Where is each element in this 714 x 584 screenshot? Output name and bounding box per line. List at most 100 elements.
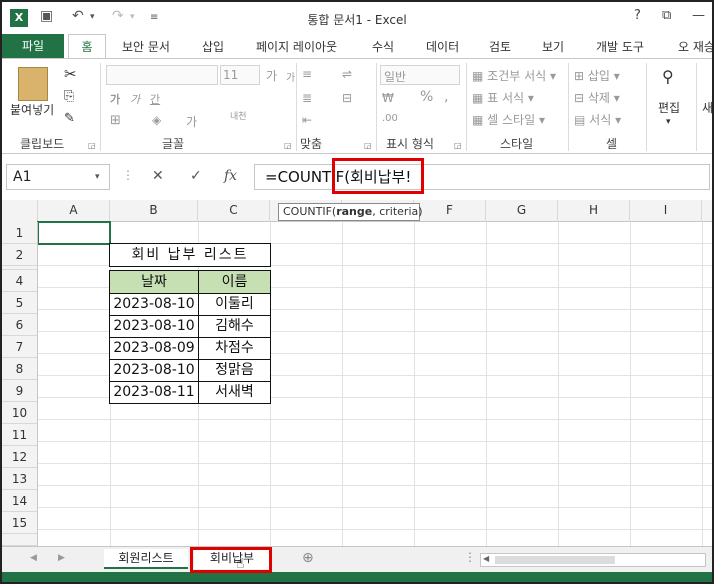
tab-page-layout[interactable]: 페이지 레이아웃 <box>256 38 337 55</box>
tab-developer[interactable]: 개발 도구 <box>596 38 644 55</box>
decimal-icon[interactable]: .00 <box>382 113 398 124</box>
tab-data[interactable]: 데이터 <box>426 38 459 55</box>
row-header[interactable]: 2 <box>2 244 38 266</box>
formula-options-icon[interactable]: ⋮ <box>122 168 134 182</box>
table-cell-date[interactable]: 2023-08-10 <box>109 359 199 382</box>
account-name[interactable]: 오 재승 <box>678 38 712 55</box>
tab-formulas[interactable]: 수식 <box>372 38 394 55</box>
alignment-launcher-icon[interactable]: ◲ <box>364 141 372 150</box>
ribbon-display-icon[interactable]: ⧉ <box>662 8 671 23</box>
name-box[interactable]: A1 ▾ <box>6 164 110 190</box>
horizontal-scrollbar[interactable]: ◀ <box>480 553 706 567</box>
number-format-combo[interactable]: 일반 <box>380 65 460 85</box>
row-header[interactable]: 4 <box>2 270 38 292</box>
table-format-button[interactable]: ▦ 표 서식 ▾ <box>472 89 534 106</box>
sheet-tab-members[interactable]: 회원리스트 <box>104 549 188 569</box>
copy-icon[interactable]: ⎘ <box>64 89 74 104</box>
row-header[interactable]: 8 <box>2 358 38 380</box>
row-header[interactable]: 10 <box>2 402 38 424</box>
col-header-a[interactable]: A <box>38 200 110 222</box>
col-header-g[interactable]: G <box>486 200 558 222</box>
paste-button[interactable]: 붙여넣기 <box>10 101 54 118</box>
format-painter-icon[interactable]: ✎ <box>64 111 75 126</box>
comma-icon[interactable]: , <box>444 89 448 105</box>
border-icon[interactable]: ⊞ <box>110 113 121 128</box>
row-header[interactable]: 14 <box>2 490 38 512</box>
row-header[interactable]: 7 <box>2 336 38 358</box>
tab-insert[interactable]: 삽입 <box>202 38 224 55</box>
row-header[interactable]: 9 <box>2 380 38 402</box>
table-cell-name[interactable]: 이둘리 <box>198 293 271 316</box>
clipboard-launcher-icon[interactable]: ◲ <box>88 141 96 150</box>
table-cell-date[interactable]: 2023-08-11 <box>109 381 199 404</box>
scrollbar-thumb[interactable] <box>495 556 615 564</box>
table-cell-name[interactable]: 정맑음 <box>198 359 271 382</box>
tab-home[interactable]: 홈 <box>68 34 106 60</box>
align-left-icon[interactable]: ≣ <box>302 91 312 105</box>
table-cell-date[interactable]: 2023-08-10 <box>109 293 199 316</box>
row-header[interactable]: 15 <box>2 512 38 534</box>
row-header[interactable]: 1 <box>2 222 38 244</box>
row-header[interactable]: 6 <box>2 314 38 336</box>
col-header-f[interactable]: F <box>414 200 486 222</box>
enter-button[interactable]: ✓ <box>190 168 202 184</box>
header-name[interactable]: 이름 <box>198 270 271 294</box>
new-group-button[interactable]: 새로 <box>702 99 712 116</box>
grow-font-icon[interactable]: 가 <box>266 67 277 84</box>
table-title[interactable]: 회비 납부 리스트 <box>109 243 271 267</box>
fill-color-icon[interactable]: ◈ <box>152 113 161 127</box>
italic-button[interactable]: 가 <box>130 91 140 107</box>
col-header-b[interactable]: B <box>110 200 198 222</box>
phonetic-button[interactable]: 내천 <box>230 109 247 122</box>
select-all-corner[interactable] <box>2 200 38 222</box>
binoculars-icon[interactable]: ⚲ <box>662 67 674 86</box>
row-header[interactable]: 12 <box>2 446 38 468</box>
col-header-i[interactable]: I <box>630 200 702 222</box>
col-header-c[interactable]: C <box>198 200 270 222</box>
font-name-combo[interactable] <box>106 65 218 85</box>
wrap-text-icon[interactable]: ⇌ <box>342 67 352 81</box>
table-cell-name[interactable]: 서새벽 <box>198 381 271 404</box>
tab-view[interactable]: 보기 <box>542 38 564 55</box>
percent-button[interactable]: % <box>420 89 433 105</box>
cancel-button[interactable]: ✕ <box>152 168 164 184</box>
shrink-font-icon[interactable]: 가 <box>286 69 295 84</box>
active-cell-a1[interactable] <box>37 221 111 245</box>
table-cell-date[interactable]: 2023-08-10 <box>109 315 199 338</box>
cut-icon[interactable]: ✂ <box>64 65 77 83</box>
add-sheet-icon[interactable]: ⊕ <box>302 550 314 566</box>
tab-review[interactable]: 검토 <box>489 38 511 55</box>
merge-icon[interactable]: ⊟ <box>342 91 352 105</box>
delete-cells-button[interactable]: ⊟ 삭제 ▾ <box>574 89 620 106</box>
align-top-icon[interactable]: ≡ <box>302 67 312 81</box>
next-sheet-icon[interactable]: ▶ <box>58 553 65 563</box>
font-launcher-icon[interactable]: ◲ <box>284 141 292 150</box>
col-header-h[interactable]: H <box>558 200 630 222</box>
prev-sheet-icon[interactable]: ◀ <box>30 553 37 563</box>
indent-icon[interactable]: ⇤ <box>302 113 312 127</box>
row-header[interactable]: 5 <box>2 292 38 314</box>
cell-style-button[interactable]: ▦ 셀 스타일 ▾ <box>472 111 545 128</box>
header-date[interactable]: 날짜 <box>109 270 199 294</box>
tab-protect[interactable]: 보안 문서 <box>122 38 170 55</box>
font-size-combo[interactable]: 11 <box>220 65 260 85</box>
table-cell-date[interactable]: 2023-08-09 <box>109 337 199 360</box>
underline-button[interactable]: 간 <box>150 91 160 107</box>
minimize-button[interactable]: — <box>692 8 705 23</box>
number-launcher-icon[interactable]: ◲ <box>454 141 462 150</box>
scroll-left-icon[interactable]: ◀ <box>483 554 489 563</box>
paste-icon[interactable] <box>18 67 48 101</box>
format-cells-button[interactable]: ▤ 서식 ▾ <box>574 111 621 128</box>
bold-button[interactable]: 가 <box>110 91 120 107</box>
font-color-button[interactable]: 가 <box>186 113 197 130</box>
name-box-dropdown-icon[interactable]: ▾ <box>95 165 100 189</box>
table-cell-name[interactable]: 차점수 <box>198 337 271 360</box>
conditional-format-button[interactable]: ▦ 조건부 서식 ▾ <box>472 67 556 84</box>
tab-file[interactable]: 파일 <box>2 34 64 58</box>
editing-button[interactable]: 편집 <box>658 99 680 116</box>
formula-input[interactable]: =COUNTIF(회비납부! <box>254 164 710 190</box>
row-header[interactable]: 11 <box>2 424 38 446</box>
tab-scroll-options-icon[interactable]: ⋮ <box>464 550 476 564</box>
row-header[interactable]: 13 <box>2 468 38 490</box>
insert-function-button[interactable]: fx <box>224 168 237 184</box>
